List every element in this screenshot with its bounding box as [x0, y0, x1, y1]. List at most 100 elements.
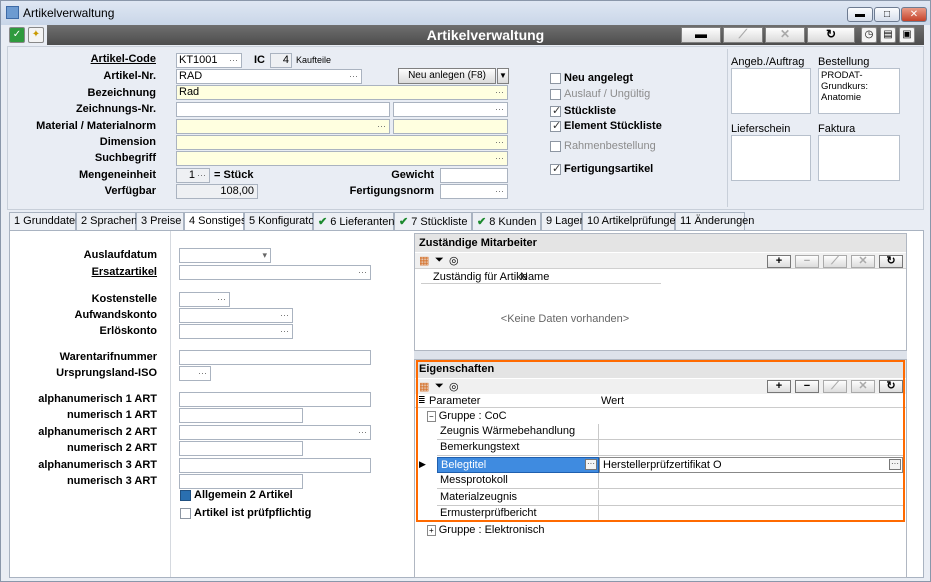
add-button[interactable]: + [767, 255, 791, 268]
param-cell[interactable]: Messprotokoll [437, 473, 599, 490]
fertigungsnorm-field[interactable]: ··· [440, 184, 508, 199]
tab-9[interactable]: 9 Lager [541, 212, 583, 230]
mengeneinheit-qty[interactable]: 1 ··· [176, 168, 210, 183]
param-ellipsis-button[interactable]: ··· [585, 458, 597, 470]
edit-button[interactable]: ⟋ [823, 255, 847, 268]
wert-cell[interactable] [599, 473, 903, 490]
bezeichnung-field[interactable]: Rad ··· [176, 85, 508, 100]
glasses-icon[interactable]: ◎ [449, 254, 459, 267]
checkbox[interactable] [180, 490, 191, 501]
ersatzartikel-field[interactable]: ··· [179, 265, 371, 280]
param-cell[interactable]: Materialzeugnis [437, 489, 599, 506]
faktura-list[interactable] [818, 135, 900, 181]
remove-button[interactable]: ▬ [681, 27, 721, 43]
group-elektronisch[interactable]: + Gruppe : Elektronisch [427, 524, 545, 536]
zeichnungs-nr-field-2[interactable]: ··· [393, 102, 508, 117]
document-icon[interactable]: ▤ [880, 27, 896, 43]
checkbox[interactable] [550, 89, 561, 100]
group-coc[interactable]: − Gruppe : CoC [427, 410, 507, 422]
table-row[interactable]: Zeugnis Wärmebehandlung [415, 424, 904, 440]
tab-1[interactable]: 1 Grunddaten [9, 212, 81, 230]
close-button[interactable]: ✕ [901, 7, 927, 22]
neu-anlegen-dropdown-icon[interactable]: ▼ [497, 68, 509, 84]
num3-field[interactable] [179, 474, 303, 489]
checkbox[interactable] [550, 119, 561, 132]
suchbegriff-field[interactable]: ··· [176, 151, 508, 166]
gewicht-field[interactable] [440, 168, 508, 183]
wert-ellipsis-button[interactable]: ··· [889, 458, 901, 470]
aufwandskonto-field[interactable]: ··· [179, 308, 293, 323]
erloeskonto-field[interactable]: ··· [179, 324, 293, 339]
grid-icon[interactable]: ▦ [419, 254, 429, 267]
num2-field[interactable] [179, 441, 303, 456]
num1-field[interactable] [179, 408, 303, 423]
tab-7[interactable]: ✔ 7 Stückliste [394, 212, 472, 230]
checkbox[interactable] [550, 73, 561, 84]
checkbox[interactable] [550, 104, 561, 117]
tab-5[interactable]: 5 Konfigurator [244, 212, 318, 230]
param-cell[interactable]: Belegtitel [437, 456, 599, 473]
bestellung-list[interactable]: PRODAT-Grundkurs: Anatomie [818, 68, 900, 114]
minimize-button[interactable]: ▬ [847, 7, 873, 22]
neu-anlegen-button[interactable]: Neu anlegen (F8) [398, 68, 496, 84]
col-name[interactable]: Name [520, 271, 549, 283]
cancel-button[interactable]: ✕ [851, 255, 875, 268]
col-parameter[interactable]: Parameter [429, 395, 480, 407]
alpha1-field[interactable] [179, 392, 371, 407]
material-field[interactable]: ··· [176, 119, 390, 134]
table-row[interactable]: Materialzeugnis [415, 489, 904, 506]
tab-4[interactable]: 4 Sonstiges [184, 212, 246, 231]
param-cell[interactable]: Zeugnis Wärmebehandlung [437, 424, 599, 440]
table-row[interactable]: Bemerkungstext [415, 440, 904, 457]
column-chooser-icon[interactable]: ≣ [418, 395, 426, 406]
tab-11[interactable]: 11 Änderungen [675, 212, 754, 230]
wert-cell[interactable]: Herstellerprüfzertifikat O [599, 456, 903, 473]
table-row[interactable]: Messprotokoll [415, 473, 904, 490]
tab-8[interactable]: ✔ 8 Kunden [472, 212, 541, 230]
materialnorm-field[interactable] [393, 119, 508, 134]
dimension-field[interactable]: ··· [176, 135, 508, 150]
warentarif-field[interactable] [179, 350, 371, 365]
refresh-button[interactable]: ↻ [807, 27, 855, 43]
param-cell[interactable]: Ermusterprüfbericht [437, 506, 599, 522]
col-zustaendig[interactable]: Zuständig für Artike [433, 271, 528, 283]
col-wert[interactable]: Wert [601, 395, 624, 407]
wert-cell[interactable] [599, 440, 903, 457]
archive-icon[interactable]: ▣ [899, 27, 915, 43]
filter-icon[interactable]: ⏷ [435, 380, 444, 393]
ic-field[interactable]: 4 [270, 53, 292, 68]
ursprungsland-field[interactable]: ··· [179, 366, 211, 381]
check-icon[interactable]: ✓ [9, 27, 25, 43]
refresh-button[interactable]: ↻ [879, 255, 903, 268]
refresh-button[interactable]: ↻ [879, 380, 903, 393]
edit-button[interactable]: ⟋ [723, 27, 763, 43]
alpha3-field[interactable] [179, 458, 371, 473]
angebot-list[interactable] [731, 68, 811, 114]
tab-3[interactable]: 3 Preise [136, 212, 184, 230]
tab-10[interactable]: 10 Artikelprüfungen [582, 212, 682, 230]
wert-cell[interactable] [599, 490, 903, 506]
clock-icon[interactable]: ◷ [861, 27, 877, 43]
checkbox[interactable] [550, 141, 561, 152]
cancel-button[interactable]: ✕ [851, 380, 875, 393]
wand-icon[interactable]: ✦ [28, 27, 44, 43]
glasses-icon[interactable]: ◎ [449, 380, 459, 393]
checkbox[interactable] [180, 508, 191, 519]
zeichnungs-nr-field[interactable] [176, 102, 390, 117]
kostenstelle-field[interactable]: ··· [179, 292, 230, 307]
param-cell[interactable]: Bemerkungstext [437, 440, 599, 457]
maximize-button[interactable]: □ [874, 7, 900, 22]
tab-6[interactable]: ✔ 6 Lieferanten [313, 212, 394, 230]
wert-cell[interactable] [599, 424, 903, 440]
artikel-nr-field[interactable]: RAD ··· [176, 69, 362, 84]
cancel-edit-button[interactable]: ✕ [765, 27, 805, 43]
remove-button[interactable]: − [795, 255, 819, 268]
alpha2-field[interactable]: ··· [179, 425, 371, 440]
auslaufdatum-field[interactable]: ▾ [179, 248, 271, 263]
remove-button[interactable]: − [795, 380, 819, 393]
table-row[interactable]: ▶ Belegtitel Herstellerprüfzertifikat O ···… [415, 456, 904, 473]
tab-2[interactable]: 2 Sprachen [76, 212, 137, 230]
checkbox[interactable] [550, 162, 561, 175]
filter-icon[interactable]: ⏷ [435, 254, 444, 267]
edit-button[interactable]: ⟋ [823, 380, 847, 393]
